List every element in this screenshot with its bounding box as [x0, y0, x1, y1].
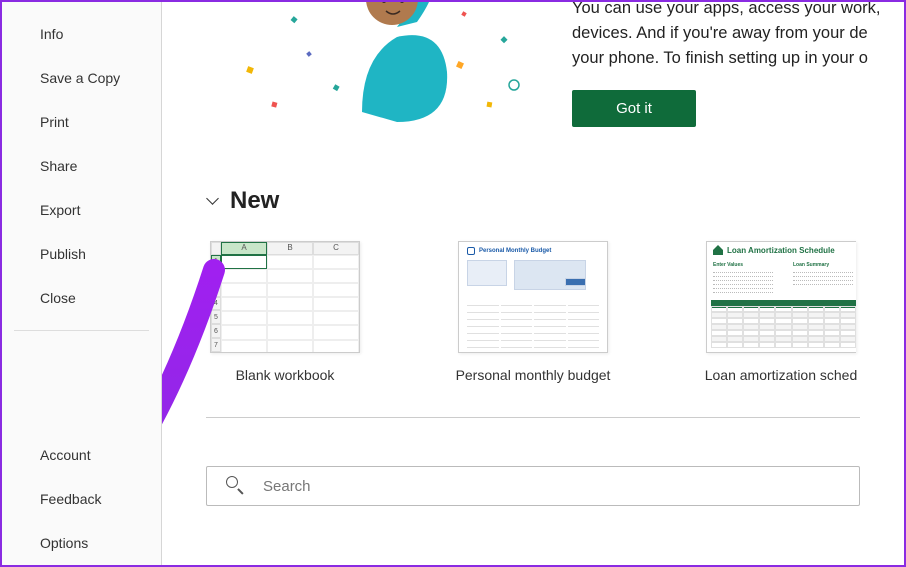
- search-icon: [226, 476, 246, 496]
- sidebar-divider: [14, 330, 149, 331]
- banner-line2: devices. And if you're away from your de: [572, 24, 868, 42]
- banner-line1: You can use your apps, access your work,: [572, 2, 880, 17]
- sidebar-item-info[interactable]: Info: [2, 12, 161, 56]
- chevron-down-icon: [206, 194, 220, 208]
- excel-backstage-root: Info Save a Copy Print Share Export Publ…: [0, 0, 906, 567]
- template-label: Loan amortization sched: [705, 367, 858, 383]
- sidebar-item-options[interactable]: Options: [2, 521, 161, 565]
- mini-row-1: 1: [211, 255, 221, 269]
- mini-row-6: 6: [211, 324, 221, 338]
- sidebar-item-publish[interactable]: Publish: [2, 232, 161, 276]
- sidebar-item-save-a-copy[interactable]: Save a Copy: [2, 56, 161, 100]
- got-it-button[interactable]: Got it: [572, 90, 696, 127]
- sidebar-item-close[interactable]: Close: [2, 276, 161, 320]
- new-section-header[interactable]: New: [206, 187, 860, 215]
- banner-line3: your phone. To finish setting up in your…: [572, 49, 868, 67]
- sidebar-item-share[interactable]: Share: [2, 144, 161, 188]
- blank-workbook-thumbnail: A B C 1 2 3 4 5 6 7: [210, 241, 360, 353]
- amort-left-label: Enter Values: [713, 262, 743, 268]
- budget-thumbnail: Personal Monthly Budget: [458, 241, 608, 353]
- search-input[interactable]: [206, 466, 860, 506]
- template-blank-workbook[interactable]: A B C 1 2 3 4 5 6 7: [206, 241, 364, 383]
- banner-text: You can use your apps, access your work,…: [572, 2, 904, 70]
- template-label: Personal monthly budget: [456, 367, 611, 383]
- amortization-thumbnail: Loan Amortization Schedule Enter Values …: [706, 241, 856, 353]
- sidebar-item-print[interactable]: Print: [2, 100, 161, 144]
- mini-row-4: 4: [211, 297, 221, 311]
- backstage-main: You can use your apps, access your work,…: [162, 2, 904, 565]
- search-wrapper: [206, 466, 860, 506]
- sidebar-item-feedback[interactable]: Feedback: [2, 477, 161, 521]
- mini-row-2: 2: [211, 269, 221, 283]
- amort-right-label: Loan Summary: [793, 262, 829, 268]
- banner-illustration: [212, 2, 542, 137]
- mini-row-3: 3: [211, 283, 221, 297]
- sidebar-item-account[interactable]: Account: [2, 433, 161, 477]
- mini-row-7: 7: [211, 338, 221, 352]
- template-gallery: A B C 1 2 3 4 5 6 7: [206, 241, 860, 383]
- sidebar-item-export[interactable]: Export: [2, 188, 161, 232]
- mini-col-b: B: [267, 242, 313, 255]
- budget-thumb-title: Personal Monthly Budget: [479, 248, 551, 254]
- mini-col-a: A: [221, 242, 267, 255]
- template-loan-amortization[interactable]: Loan Amortization Schedule Enter Values …: [702, 241, 860, 383]
- backstage-sidebar: Info Save a Copy Print Share Export Publ…: [2, 2, 162, 565]
- new-section: New A B C 1 2 3: [162, 157, 904, 383]
- mini-row-5: 5: [211, 310, 221, 324]
- template-personal-monthly-budget[interactable]: Personal Monthly Budget Personal monthly…: [454, 241, 612, 383]
- template-label: Blank workbook: [236, 367, 335, 383]
- setup-banner: You can use your apps, access your work,…: [162, 2, 904, 157]
- amort-thumb-title: Loan Amortization Schedule: [727, 246, 835, 255]
- section-divider: [206, 417, 860, 418]
- mini-col-c: C: [313, 242, 359, 255]
- sidebar-spacer: [2, 341, 161, 433]
- new-title: New: [230, 187, 279, 215]
- bank-icon: [713, 245, 723, 255]
